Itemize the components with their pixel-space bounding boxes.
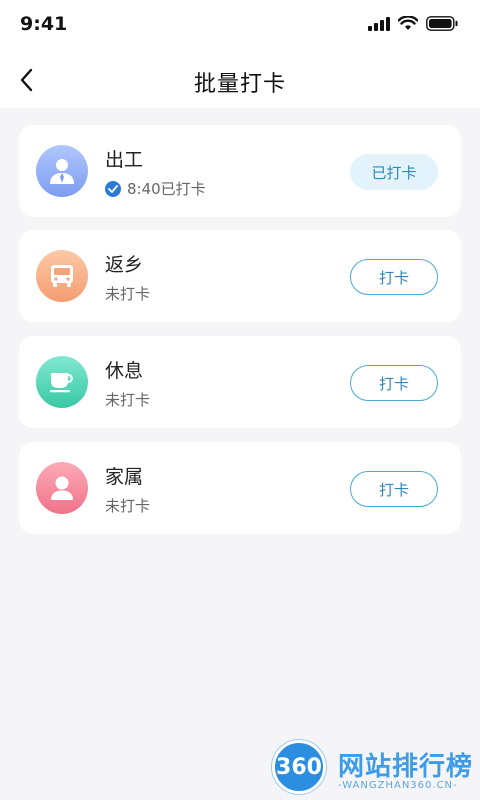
status-time: 9:41: [20, 13, 68, 35]
card-name: 家属: [105, 466, 144, 488]
battery-icon: [426, 15, 458, 35]
signal-icon: [368, 16, 390, 35]
card-status-text: 未打卡: [105, 391, 151, 409]
card-status-text: 未打卡: [105, 285, 151, 303]
card-status: 未打卡: [105, 283, 150, 304]
watermark-subtext: -WANGZHAN360.CN-: [338, 780, 458, 791]
page-title: 批量打卡: [193, 72, 286, 97]
person-icon: [36, 462, 88, 514]
card-name: 返乡: [105, 254, 144, 276]
nav-bar: 批量打卡: [0, 50, 480, 108]
card-name: 出工: [105, 149, 144, 171]
check-circle-icon: [105, 180, 121, 197]
status-icons: [368, 14, 458, 35]
card-name: 休息: [105, 360, 144, 382]
checkin-card-rest: 休息 未打卡 打卡: [19, 336, 461, 428]
watermark-badge: 360: [272, 740, 326, 794]
check-in-button[interactable]: 打卡: [350, 259, 438, 295]
watermark-logo: 360 网站排行榜 -WANGZHAN360.CN-: [262, 738, 480, 800]
watermark-text: 网站排行榜: [338, 752, 474, 782]
checkin-card-work: 出工 8:40已打卡 已打卡: [19, 125, 461, 217]
card-status: 8:40已打卡: [105, 178, 206, 199]
check-in-button[interactable]: 打卡: [350, 471, 438, 507]
checkin-card-return-home: 返乡 未打卡 打卡: [19, 230, 461, 322]
coffee-cup-icon: [36, 356, 88, 408]
status-bar: 9:41: [0, 0, 480, 50]
checked-in-button[interactable]: 已打卡: [350, 154, 438, 190]
check-in-button[interactable]: 打卡: [350, 365, 438, 401]
card-status-text: 未打卡: [105, 497, 151, 515]
worker-icon: [36, 145, 88, 197]
card-status-text: 8:40已打卡: [127, 180, 206, 198]
bus-icon: [36, 250, 88, 302]
card-status: 未打卡: [105, 495, 150, 516]
card-status: 未打卡: [105, 389, 150, 410]
wifi-icon: [397, 14, 419, 35]
checkin-card-family: 家属 未打卡 打卡: [19, 442, 461, 534]
